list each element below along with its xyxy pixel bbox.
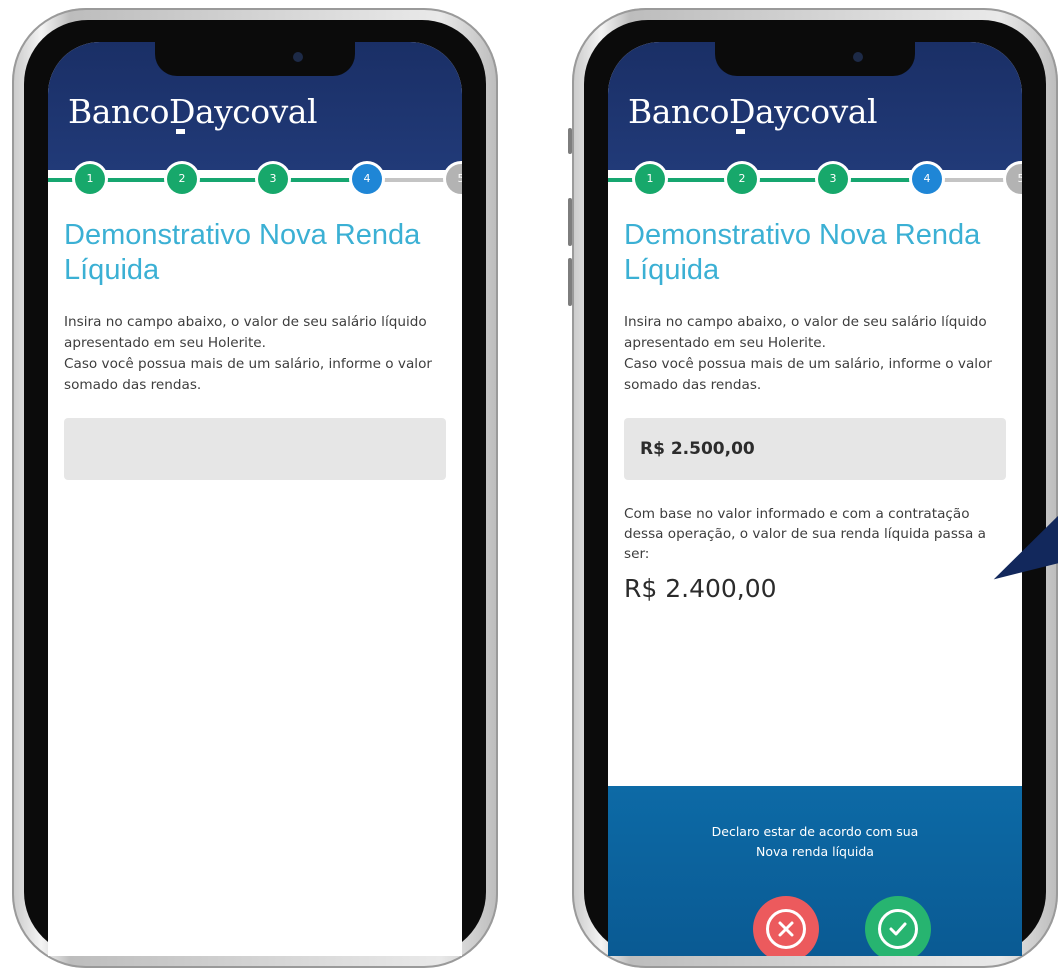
phone-frame-left: BancoDaycoval 1 2 3 4 5 Demonstrativo No… [12,8,498,968]
accept-button[interactable] [865,896,931,956]
camera-icon [293,52,303,62]
phone-bezel: BancoDaycoval 1 2 3 4 5 Demonstrativo No… [24,20,486,956]
phone-frame-right: BancoDaycoval 1 2 3 4 5 Demonstrativo No… [568,8,1058,968]
step-5: 5 [1006,164,1022,194]
page-title: Demonstrativo Nova Renda Líquida [624,219,981,286]
reject-button[interactable] [753,896,819,956]
instructions-text: Insira no campo abaixo, o valor de seu s… [64,314,432,393]
step-5: 5 [446,164,462,194]
brand-logo: BancoDaycoval [68,92,318,134]
x-icon [766,909,806,949]
brand-name: BancoDaycoval [68,92,318,131]
progress-stepper: 1 2 3 4 5 [48,158,462,198]
phone-notch [155,42,355,76]
page-title: Demonstrativo Nova Renda Líquida [64,219,421,286]
step-4: 4 [352,164,382,194]
step-3: 3 [818,164,848,194]
logo-mark [176,129,185,134]
main-content: Demonstrativo Nova Renda Líquida Insira … [64,218,446,480]
logo-mark [736,129,745,134]
result-text: Com base no valor informado e com a cont… [624,506,986,562]
step-1: 1 [75,164,105,194]
side-button [568,198,572,246]
step-2: 2 [727,164,757,194]
camera-icon [853,52,863,62]
step-2: 2 [167,164,197,194]
phone-notch [715,42,915,76]
brand-logo: BancoDaycoval [628,92,878,134]
check-icon [878,909,918,949]
step-4: 4 [912,164,942,194]
side-button [568,128,572,154]
phone-screen-left: BancoDaycoval 1 2 3 4 5 Demonstrativo No… [48,42,462,956]
phone-screen-right: BancoDaycoval 1 2 3 4 5 Demonstrativo No… [608,42,1022,956]
income-input[interactable] [64,418,446,480]
step-1: 1 [635,164,665,194]
confirmation-message: Declaro estar de acordo com sua Nova ren… [711,824,919,859]
progress-stepper: 1 2 3 4 5 [608,158,1022,198]
phone-bezel: BancoDaycoval 1 2 3 4 5 Demonstrativo No… [584,20,1046,956]
new-income-value: R$ 2.400,00 [624,574,777,603]
main-content: Demonstrativo Nova Renda Líquida Insira … [624,218,1006,603]
step-3: 3 [258,164,288,194]
brand-name: BancoDaycoval [628,92,878,131]
instructions-text: Insira no campo abaixo, o valor de seu s… [624,314,992,393]
income-input[interactable]: R$ 2.500,00 [624,418,1006,480]
confirmation-bar: Declaro estar de acordo com sua Nova ren… [608,786,1022,956]
side-button [568,258,572,306]
